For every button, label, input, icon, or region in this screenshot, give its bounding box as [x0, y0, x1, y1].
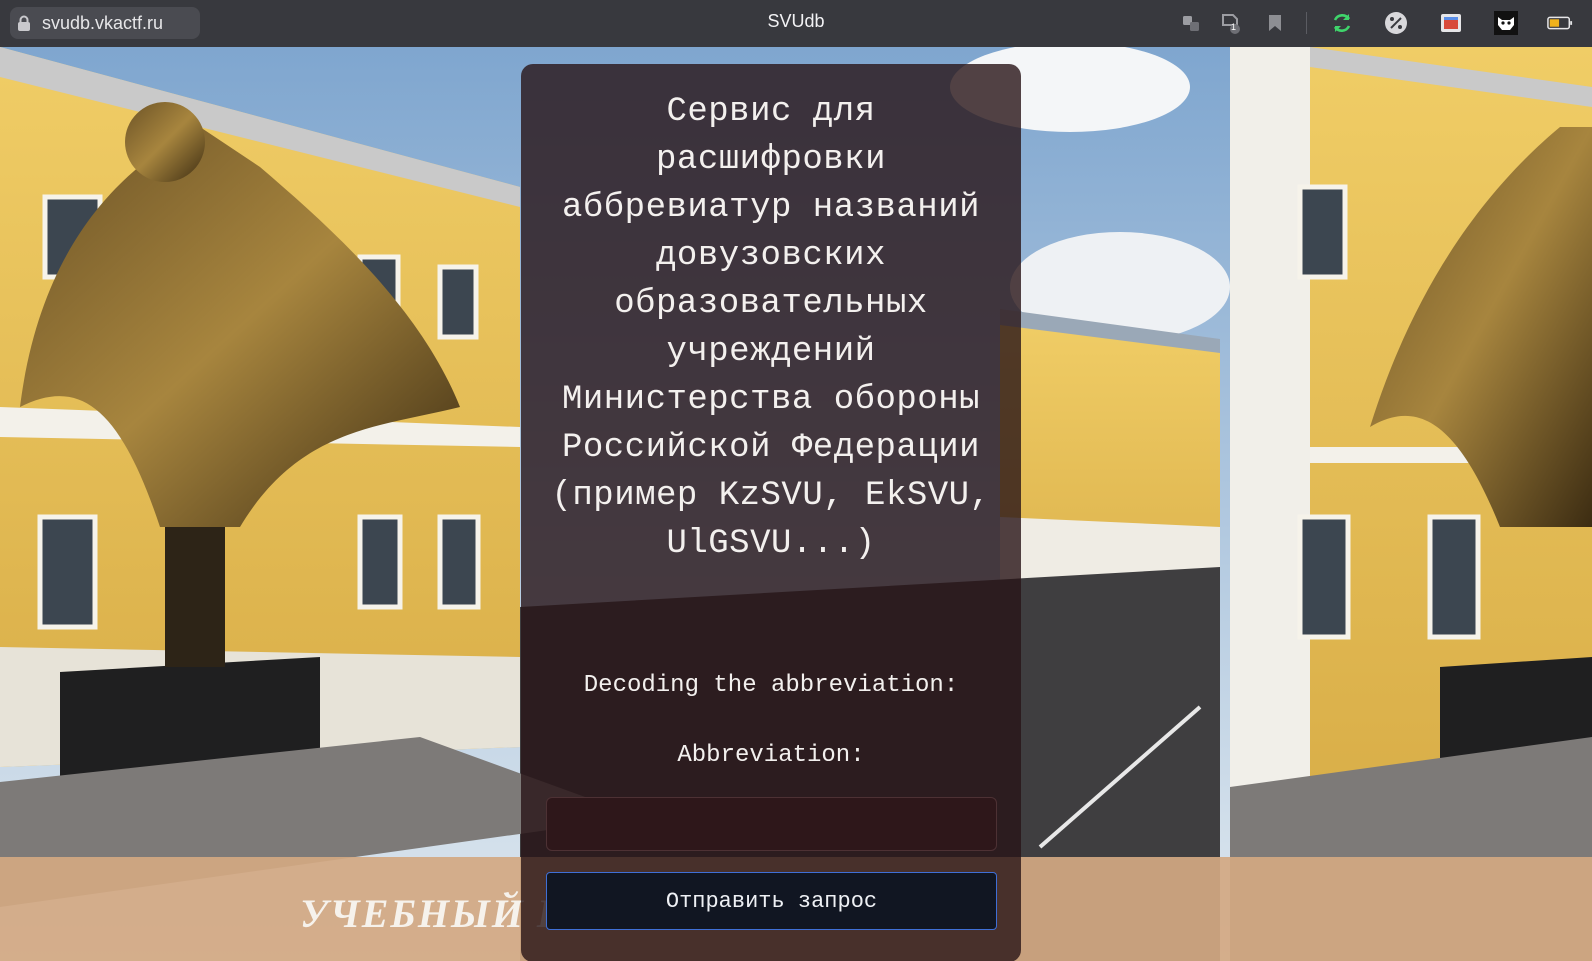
- abbreviation-input[interactable]: [546, 797, 997, 851]
- browser-toolbar: svudb.vkactf.ru SVUdb 1: [0, 0, 1592, 47]
- decoding-subheading: Decoding the abbreviation:: [583, 672, 959, 699]
- mask-extension-icon[interactable]: [1493, 10, 1519, 36]
- translate-icon[interactable]: [1178, 10, 1204, 36]
- refresh-sync-icon[interactable]: [1329, 10, 1355, 36]
- abbreviation-label: Abbreviation:: [677, 742, 865, 769]
- discount-icon[interactable]: [1383, 10, 1409, 36]
- decode-form-panel: Сервис для расшифровки аббревиатур назва…: [521, 64, 1021, 961]
- address-bar-url: svudb.vkactf.ru: [42, 12, 164, 33]
- toolbar-divider: [1306, 12, 1307, 34]
- lock-icon: [10, 7, 38, 39]
- bookmark-icon[interactable]: [1262, 10, 1288, 36]
- address-bar[interactable]: svudb.vkactf.ru: [10, 7, 200, 39]
- screenshot-icon[interactable]: [1438, 10, 1464, 36]
- submit-request-button[interactable]: Отправить запрос: [546, 872, 997, 930]
- service-heading: Сервис для расшифровки аббревиатур назва…: [551, 93, 991, 563]
- extension-badge-count: 1: [1231, 22, 1237, 32]
- extension-badge-icon[interactable]: 1: [1218, 10, 1244, 36]
- battery-icon: [1547, 10, 1573, 36]
